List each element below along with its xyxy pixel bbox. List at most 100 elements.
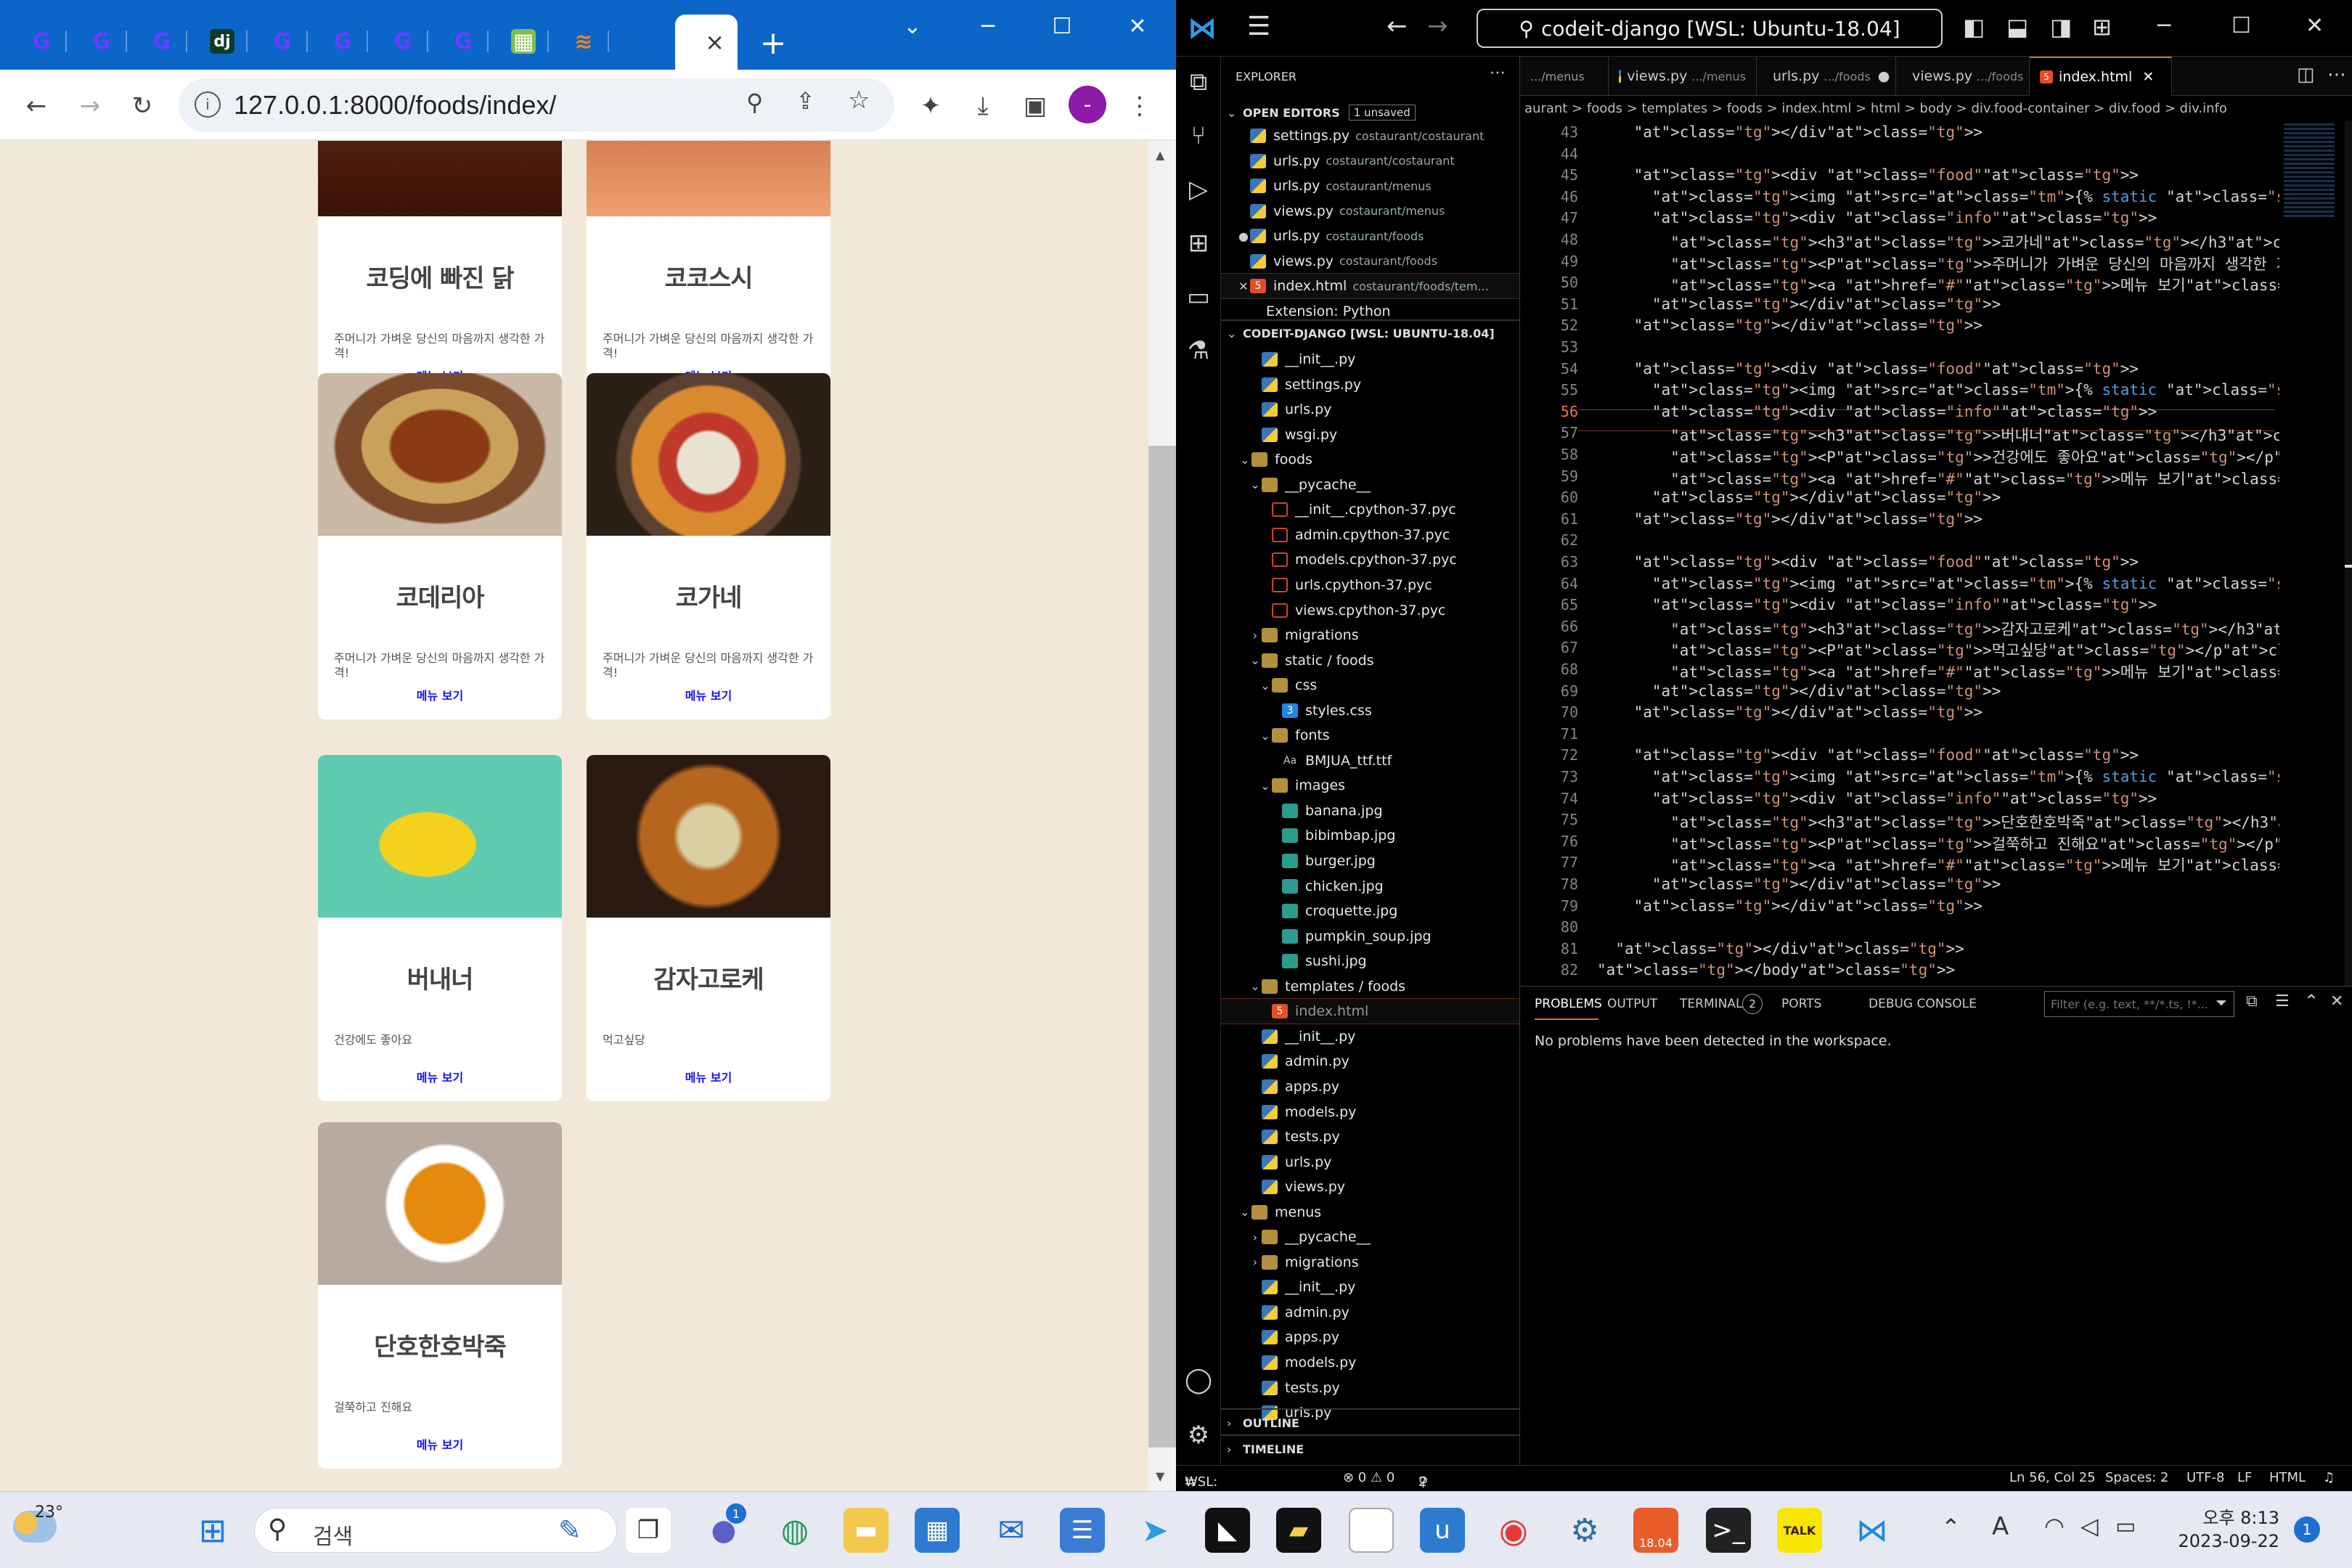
- maximize-panel-icon[interactable]: ⌃: [2304, 991, 2319, 1011]
- editor-tab[interactable]: 5 index.html ✕: [2030, 57, 2172, 96]
- open-editor-item[interactable]: ● urls.py costaurant/foods: [1221, 224, 1519, 248]
- app-u-icon[interactable]: u: [1420, 1508, 1465, 1553]
- open-editor-item[interactable]: views.py costaurant/foods: [1221, 249, 1519, 274]
- close-window-icon[interactable]: ✕: [2306, 13, 2324, 38]
- more-actions-icon[interactable]: ⋯: [1490, 64, 1506, 82]
- menu-kebab-icon[interactable]: ⋮: [1121, 87, 1159, 125]
- code-line[interactable]: "at">class="tg"><div "at">class="food""a…: [1597, 166, 2139, 184]
- sticky-notes-icon[interactable]: ▰: [1276, 1508, 1321, 1553]
- tree-item[interactable]: sushi.jpg: [1221, 949, 1519, 973]
- extensions-icon[interactable]: ✦: [912, 87, 950, 125]
- code-line[interactable]: "at">class="tg"><a "at">href="#""at">cla…: [1597, 661, 2352, 682]
- outline-section[interactable]: › OUTLINE: [1227, 1411, 1299, 1434]
- testing-icon[interactable]: ⚗: [1182, 334, 1215, 367]
- ime-icon[interactable]: A: [1992, 1512, 2009, 1541]
- forward-icon[interactable]: →: [1427, 12, 1448, 41]
- browser-tab[interactable]: G: [377, 19, 428, 64]
- editor-tab[interactable]: views.py .../foods: [1896, 57, 2030, 96]
- code-line[interactable]: "at">class="tg"><div "at">class="food""a…: [1597, 360, 2139, 377]
- browser-tab[interactable]: G: [438, 19, 489, 64]
- view-menu-link[interactable]: 메뉴 보기: [587, 686, 830, 703]
- clock-date[interactable]: 2023-09-22: [2171, 1531, 2279, 1551]
- close-tab-icon[interactable]: ×: [705, 28, 724, 56]
- tree-item[interactable]: ⌄ menus: [1221, 1200, 1519, 1225]
- tree-item[interactable]: ⌄ fonts: [1221, 723, 1519, 748]
- close-window-icon[interactable]: ✕: [1105, 6, 1170, 46]
- tree-item[interactable]: __init__.py: [1221, 1024, 1519, 1049]
- open-editor-item[interactable]: urls.py costaurant/menus: [1221, 173, 1519, 198]
- tree-item[interactable]: admin.cpython-37.pyc: [1221, 523, 1519, 547]
- tree-item[interactable]: tests.py: [1221, 1376, 1519, 1400]
- tree-item[interactable]: › migrations: [1221, 1250, 1519, 1275]
- tree-item[interactable]: settings.py: [1221, 372, 1519, 397]
- tree-item[interactable]: ⌄ foods: [1221, 447, 1519, 472]
- code-line[interactable]: "at">class="tg"></div"at">class="tg">>: [1597, 703, 1983, 721]
- kakaotalk-icon[interactable]: TALK: [1777, 1508, 1822, 1553]
- tree-item[interactable]: › migrations: [1221, 623, 1519, 648]
- code-line[interactable]: "at">class="tg"></body"at">class="tg">>: [1597, 961, 1955, 979]
- new-tab-button[interactable]: +: [755, 20, 791, 65]
- tree-item[interactable]: banana.jpg: [1221, 799, 1519, 823]
- active-tab[interactable]: ×: [675, 15, 738, 70]
- tree-item[interactable]: tests.py: [1221, 1124, 1519, 1149]
- toggle-secondary-sidebar-icon[interactable]: ◨: [2050, 13, 2072, 41]
- code-line[interactable]: "at">class="tg"><div "at">class="info""a…: [1597, 596, 2157, 613]
- tree-item[interactable]: __init__.py: [1221, 1275, 1519, 1299]
- tree-item[interactable]: burger.jpg: [1221, 849, 1519, 873]
- open-editor-item[interactable]: ✕ 5 index.html costaurant/foods/tem...: [1221, 273, 1519, 299]
- show-hidden-icons-icon[interactable]: ⌃: [1941, 1514, 1961, 1541]
- code-line[interactable]: "at">class="tg"><P"at">class="tg">>주머니가 …: [1597, 253, 2352, 274]
- zoom-icon[interactable]: ⚲: [746, 89, 763, 116]
- chrome-icon[interactable]: ◉: [1491, 1508, 1536, 1553]
- tree-item[interactable]: urls.py: [1221, 1150, 1519, 1175]
- tree-item[interactable]: urls.cpython-37.pyc: [1221, 573, 1519, 597]
- code-line[interactable]: "at">class="tg"><img "at">src="at">class…: [1597, 381, 2352, 399]
- encoding[interactable]: UTF-8: [2186, 1470, 2224, 1485]
- toggle-panel-icon[interactable]: ⬓: [2006, 13, 2028, 41]
- battery-icon[interactable]: ▭: [2115, 1514, 2136, 1539]
- code-line[interactable]: "at">class="tg"></div"at">class="tg">>: [1597, 940, 1964, 957]
- minimize-icon[interactable]: ─: [2157, 13, 2171, 38]
- code-line[interactable]: "at">class="tg"><img "at">src="at">class…: [1597, 188, 2352, 205]
- back-icon[interactable]: ←: [17, 87, 55, 125]
- editor-tab[interactable]: urls.py .../foods ●: [1757, 57, 1896, 96]
- source-control-icon[interactable]: ⑂: [1182, 119, 1215, 152]
- command-center[interactable]: ⚲ codeit-django [WSL: Ubuntu-18.04]: [1477, 9, 1943, 48]
- tree-item[interactable]: ⌄ images: [1221, 773, 1519, 798]
- code-line[interactable]: "at">class="tg"></div"at">class="tg">>: [1597, 510, 1983, 528]
- tree-item[interactable]: ⌄ templates / foods: [1221, 974, 1519, 999]
- taskbar-search-box[interactable]: ⚲ 검색 ✎: [254, 1508, 617, 1553]
- tree-item[interactable]: admin.py: [1221, 1049, 1519, 1074]
- code-line[interactable]: "at">class="tg"><img "at">src="at">class…: [1597, 575, 2352, 592]
- customize-layout-icon[interactable]: ⊞: [2092, 13, 2112, 41]
- problems-filter-input[interactable]: [2044, 991, 2234, 1017]
- code-line[interactable]: "at">class="tg"><P"at">class="tg">>먹고싶당"…: [1597, 639, 2352, 661]
- reload-icon[interactable]: ↻: [123, 87, 161, 125]
- open-editor-item[interactable]: urls.py costaurant/costaurant: [1221, 149, 1519, 173]
- code-line[interactable]: "at">class="tg"><h3"at">class="tg">>코가네"…: [1597, 231, 2352, 253]
- edge-icon[interactable]: ◍: [772, 1508, 817, 1553]
- address-bar[interactable]: i 127.0.0.1:8000/foods/index/ ⚲ ⇪ ☆: [179, 78, 894, 132]
- split-editor-icon[interactable]: ◫: [2297, 64, 2315, 86]
- collapse-all-icon[interactable]: ⧉: [2246, 992, 2258, 1010]
- code-line[interactable]: "at">class="tg"></div"at">class="tg">>: [1597, 682, 2001, 700]
- scroll-up-icon[interactable]: ▲: [1156, 148, 1164, 162]
- code-line[interactable]: "at">class="tg"></div"at">class="tg">>: [1597, 317, 1983, 334]
- code-line[interactable]: "at">class="tg"></div"at">class="tg">>: [1597, 123, 1983, 141]
- forward-icon[interactable]: →: [71, 87, 109, 125]
- code-line[interactable]: "at">class="tg"><h3"at">class="tg">>단호한호…: [1597, 811, 2352, 833]
- panel-tab-output[interactable]: OUTPUT: [1607, 997, 1657, 1011]
- line-ending[interactable]: LF: [2237, 1470, 2252, 1485]
- vscode-icon[interactable]: ⋈: [1850, 1508, 1895, 1553]
- explorer-icon[interactable]: ⧉: [1182, 65, 1215, 99]
- file-explorer-icon[interactable]: ▬: [844, 1508, 889, 1553]
- tree-item[interactable]: apps.py: [1221, 1074, 1519, 1099]
- clock-time[interactable]: 오후 8:13: [2178, 1503, 2279, 1529]
- panel-tab-ports[interactable]: PORTS: [1781, 997, 1821, 1011]
- run-debug-icon[interactable]: ▷: [1182, 173, 1215, 206]
- code-line[interactable]: "at">class="tg"><h3"at">class="tg">>감자고로…: [1597, 618, 2352, 640]
- telegram-icon[interactable]: ➤: [1132, 1508, 1177, 1553]
- filter-icon[interactable]: ⏷: [2216, 994, 2227, 1011]
- scroll-down-icon[interactable]: ▼: [1156, 1469, 1164, 1483]
- code-line[interactable]: "at">class="tg"><a "at">href="#""at">cla…: [1597, 467, 2352, 489]
